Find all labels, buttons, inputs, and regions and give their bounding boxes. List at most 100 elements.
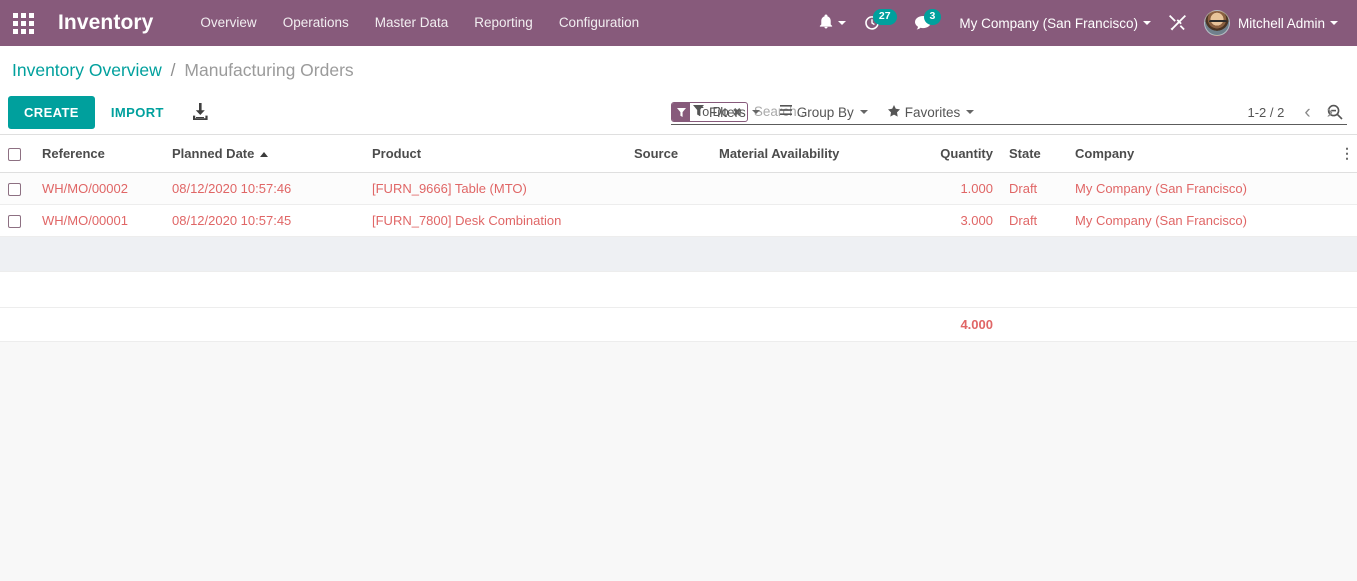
activities-badge-wrap: 27 bbox=[864, 9, 897, 31]
column-header-product[interactable]: Product bbox=[364, 135, 626, 174]
table-row[interactable]: WH/MO/00002 08/12/2020 10:57:46 [FURN_96… bbox=[0, 172, 1357, 206]
favorites-dropdown[interactable]: Favorites bbox=[878, 101, 985, 124]
row-checkbox[interactable] bbox=[8, 215, 21, 229]
column-header-planned-date[interactable]: Planned Date bbox=[164, 135, 364, 174]
total-select-cell bbox=[0, 307, 34, 343]
vertical-dots-icon: ⋮ bbox=[1340, 145, 1354, 162]
row-checkbox[interactable] bbox=[8, 183, 21, 197]
table-filler-row bbox=[0, 236, 1357, 273]
control-panel-bottom-row: CREATE IMPORT Filters Group By Favorites… bbox=[0, 90, 1357, 134]
avatar bbox=[1203, 10, 1230, 36]
messages-button[interactable]: 3 bbox=[906, 0, 951, 46]
debug-tools-button[interactable] bbox=[1160, 0, 1195, 46]
total-reference-cell bbox=[34, 307, 164, 343]
pager-next-button[interactable]: › bbox=[1319, 103, 1341, 122]
column-header-material-availability[interactable]: Material Availability bbox=[711, 135, 891, 174]
breadcrumb-item-inventory-overview[interactable]: Inventory Overview bbox=[12, 60, 162, 80]
cell-planned-date[interactable]: 08/12/2020 10:57:46 bbox=[164, 172, 364, 206]
apps-grid-glyph bbox=[12, 12, 34, 34]
activities-button[interactable]: 27 bbox=[855, 0, 906, 46]
cell-reference[interactable]: WH/MO/00002 bbox=[34, 172, 164, 206]
cell-source[interactable] bbox=[626, 172, 711, 206]
breadcrumb: Inventory Overview / Manufacturing Order… bbox=[0, 46, 354, 81]
cell-material-availability[interactable] bbox=[711, 172, 891, 206]
star-icon bbox=[887, 104, 900, 120]
groupby-dropdown[interactable]: Group By bbox=[770, 101, 878, 124]
pager-previous-button[interactable]: ‹ bbox=[1296, 103, 1318, 122]
import-button[interactable]: IMPORT bbox=[99, 96, 176, 129]
cell-quantity[interactable]: 1.000 bbox=[891, 172, 1001, 206]
chevron-down-icon bbox=[966, 110, 975, 114]
tools-icon bbox=[1168, 14, 1186, 32]
messages-badge-wrap: 3 bbox=[914, 9, 942, 31]
create-button[interactable]: CREATE bbox=[8, 95, 95, 129]
total-planned-date-cell bbox=[164, 307, 364, 343]
table-header-row: Reference Planned Date Product Source Ma… bbox=[0, 135, 1357, 174]
select-all-header[interactable] bbox=[0, 135, 34, 174]
user-menu-button[interactable]: Mitchell Admin bbox=[1195, 0, 1347, 46]
cell-material-availability[interactable] bbox=[711, 204, 891, 238]
column-header-state[interactable]: State bbox=[1001, 135, 1067, 174]
cell-product[interactable]: [FURN_9666] Table (MTO) bbox=[364, 172, 626, 206]
cell-product[interactable]: [FURN_7800] Desk Combination bbox=[364, 204, 626, 238]
cell-state[interactable]: Draft bbox=[1001, 172, 1067, 206]
sort-ascending-icon bbox=[260, 152, 269, 158]
chevron-down-icon bbox=[1142, 21, 1151, 25]
optional-columns-toggle[interactable]: ⋮ bbox=[1332, 135, 1357, 174]
menu-item-overview[interactable]: Overview bbox=[187, 0, 269, 46]
column-header-company[interactable]: Company bbox=[1067, 135, 1332, 174]
company-switcher[interactable]: My Company (San Francisco) bbox=[950, 0, 1160, 46]
company-name-label: My Company (San Francisco) bbox=[959, 15, 1138, 31]
cell-reference[interactable]: WH/MO/00001 bbox=[34, 204, 164, 238]
favorites-label: Favorites bbox=[904, 104, 961, 120]
chevron-down-icon bbox=[751, 110, 760, 114]
table-filler-cell bbox=[0, 236, 1357, 273]
table-row[interactable]: WH/MO/00001 08/12/2020 10:57:45 [FURN_78… bbox=[0, 204, 1357, 238]
main-menu: Overview Operations Master Data Reportin… bbox=[187, 0, 652, 46]
total-company-cell bbox=[1067, 307, 1332, 343]
menu-item-configuration[interactable]: Configuration bbox=[546, 0, 652, 46]
cell-state[interactable]: Draft bbox=[1001, 204, 1067, 238]
manufacturing-orders-table: Reference Planned Date Product Source Ma… bbox=[0, 135, 1357, 343]
column-header-quantity[interactable]: Quantity bbox=[891, 135, 1001, 174]
cell-quantity[interactable]: 3.000 bbox=[891, 204, 1001, 238]
total-material-availability-cell bbox=[711, 307, 891, 343]
cell-company[interactable]: My Company (San Francisco) bbox=[1067, 204, 1332, 238]
row-select-cell[interactable] bbox=[0, 172, 34, 206]
download-icon[interactable] bbox=[190, 102, 210, 122]
page-background bbox=[0, 342, 1357, 571]
total-quantity-value: 4.000 bbox=[891, 307, 1001, 343]
apps-grid-icon[interactable] bbox=[0, 0, 46, 46]
table-empty-row bbox=[0, 271, 1357, 309]
table-empty-cell bbox=[0, 271, 1357, 309]
filters-dropdown[interactable]: Filters bbox=[683, 101, 770, 124]
cell-source[interactable] bbox=[626, 204, 711, 238]
navbar-right-tools: 27 3 My Company (San Francisco) Mitchell… bbox=[810, 0, 1357, 46]
table-body: WH/MO/00002 08/12/2020 10:57:46 [FURN_96… bbox=[0, 172, 1357, 343]
activities-count-badge: 27 bbox=[872, 9, 897, 25]
menu-item-master-data[interactable]: Master Data bbox=[362, 0, 462, 46]
column-header-reference[interactable]: Reference bbox=[34, 135, 164, 174]
total-source-cell bbox=[626, 307, 711, 343]
menu-item-reporting[interactable]: Reporting bbox=[461, 0, 546, 46]
menu-item-operations[interactable]: Operations bbox=[270, 0, 362, 46]
total-spacer-cell bbox=[1332, 307, 1357, 343]
cell-company[interactable]: My Company (San Francisco) bbox=[1067, 172, 1332, 206]
column-header-planned-date-label: Planned Date bbox=[172, 146, 255, 162]
top-navbar: Inventory Overview Operations Master Dat… bbox=[0, 0, 1357, 46]
breadcrumb-item-current: Manufacturing Orders bbox=[184, 60, 354, 80]
list-view-content: Reference Planned Date Product Source Ma… bbox=[0, 135, 1357, 343]
cell-planned-date[interactable]: 08/12/2020 10:57:45 bbox=[164, 204, 364, 238]
pager: 1-2 / 2 ‹ › bbox=[1247, 103, 1341, 122]
notifications-button[interactable] bbox=[810, 0, 855, 46]
bell-icon bbox=[819, 14, 833, 32]
select-all-checkbox[interactable] bbox=[8, 148, 21, 162]
total-product-cell bbox=[364, 307, 626, 343]
column-header-source[interactable]: Source bbox=[626, 135, 711, 174]
row-select-cell[interactable] bbox=[0, 204, 34, 238]
app-brand-title[interactable]: Inventory bbox=[58, 11, 153, 35]
breadcrumb-separator: / bbox=[170, 60, 176, 80]
user-name-label: Mitchell Admin bbox=[1237, 15, 1325, 31]
groupby-label: Group By bbox=[796, 104, 854, 120]
filters-label: Filters bbox=[709, 104, 746, 120]
